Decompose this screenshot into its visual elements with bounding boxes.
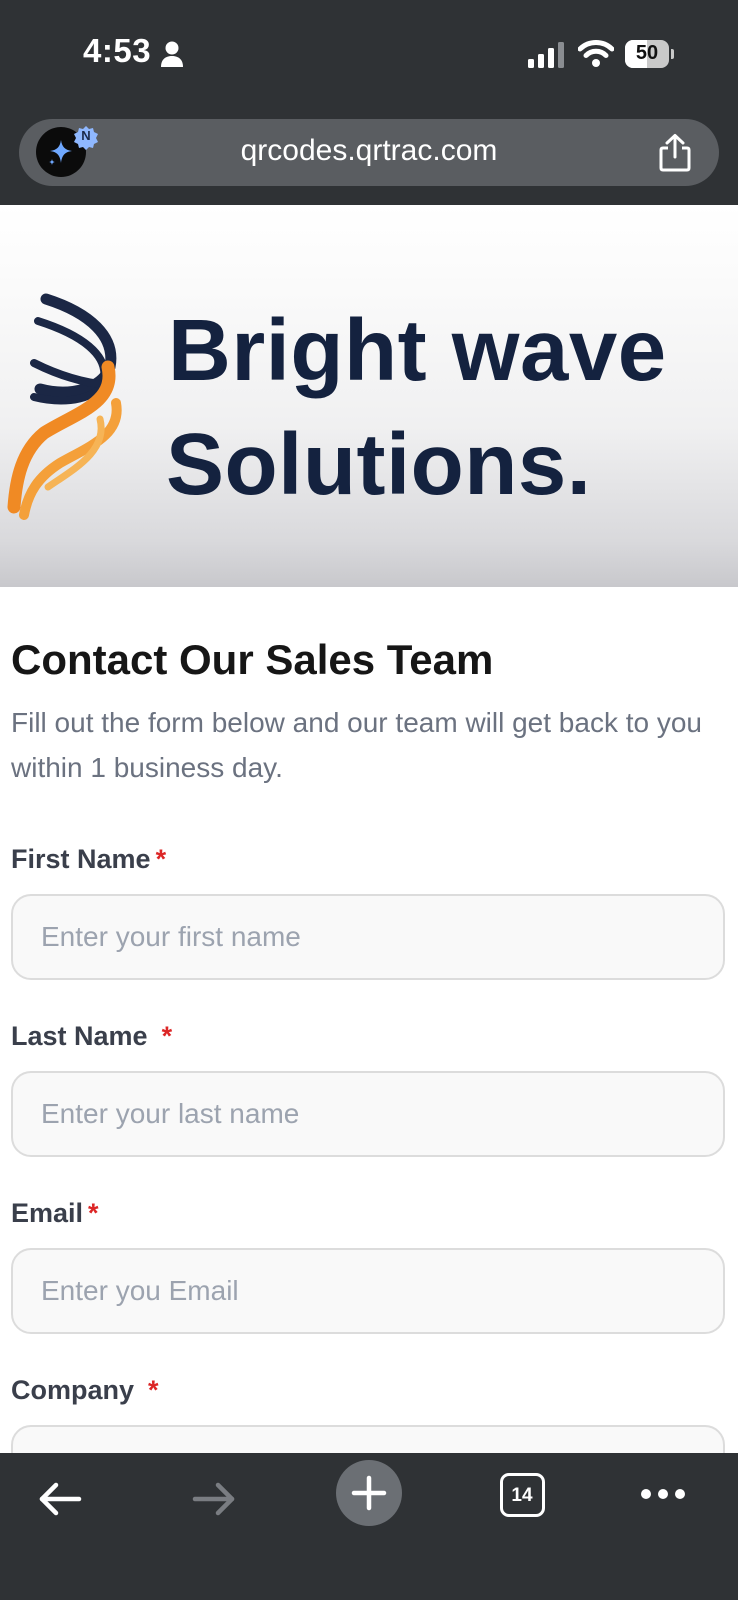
tab-switcher-button[interactable]: 14 [500,1473,545,1517]
last-name-label-text: Last Name [11,1021,148,1051]
browser-bottom-toolbar: 14 [0,1453,738,1600]
battery-tip [671,49,674,59]
last-name-label: Last Name * [11,1021,172,1052]
url-text[interactable]: qrcodes.qrtrac.com [139,134,599,168]
required-marker: * [155,844,167,874]
required-marker: * [88,1198,99,1228]
more-options-icon[interactable] [640,1487,686,1501]
ai-badge-letter: N [81,128,91,143]
company-label: Company * [11,1375,159,1406]
required-marker: * [148,1375,159,1405]
tab-count: 14 [511,1485,533,1506]
company-label-text: Company [11,1375,135,1405]
hero-banner: Bright wave Solutions. [0,205,738,587]
battery-indicator: 50 [625,40,674,68]
cellular-signal-icon [528,42,564,68]
first-name-label: First Name * [11,844,166,875]
sparkle-icon [49,140,72,165]
brand-name-line2: Solutions. [166,416,592,513]
page-subtitle: Fill out the form below and our team wil… [11,707,703,783]
last-name-input[interactable] [11,1071,725,1157]
email-input[interactable] [11,1248,725,1334]
ai-badge-marker: N [73,125,99,151]
required-marker: * [161,1021,173,1051]
new-tab-button[interactable] [336,1460,402,1526]
browser-top-chrome: 4:53 50 N qrcodes.qrtrac.com [0,0,738,205]
brightwave-logo-icon [7,293,122,520]
email-label-text: Email [11,1198,84,1228]
wifi-icon [578,40,614,67]
first-name-label-text: First Name [11,844,151,874]
address-bar[interactable]: N qrcodes.qrtrac.com [19,119,719,186]
forward-arrow-icon[interactable] [190,1475,238,1523]
first-name-input[interactable] [11,894,725,980]
page-title: Contact Our Sales Team [11,636,494,683]
person-icon [161,41,183,67]
share-icon[interactable] [657,133,693,173]
status-time: 4:53 [83,32,152,69]
plus-icon [351,1475,387,1511]
email-label: Email * [11,1198,99,1229]
back-arrow-icon[interactable] [36,1475,84,1523]
brand-name-line1: Bright wave [168,302,667,399]
battery-percent: 50 [635,42,659,64]
